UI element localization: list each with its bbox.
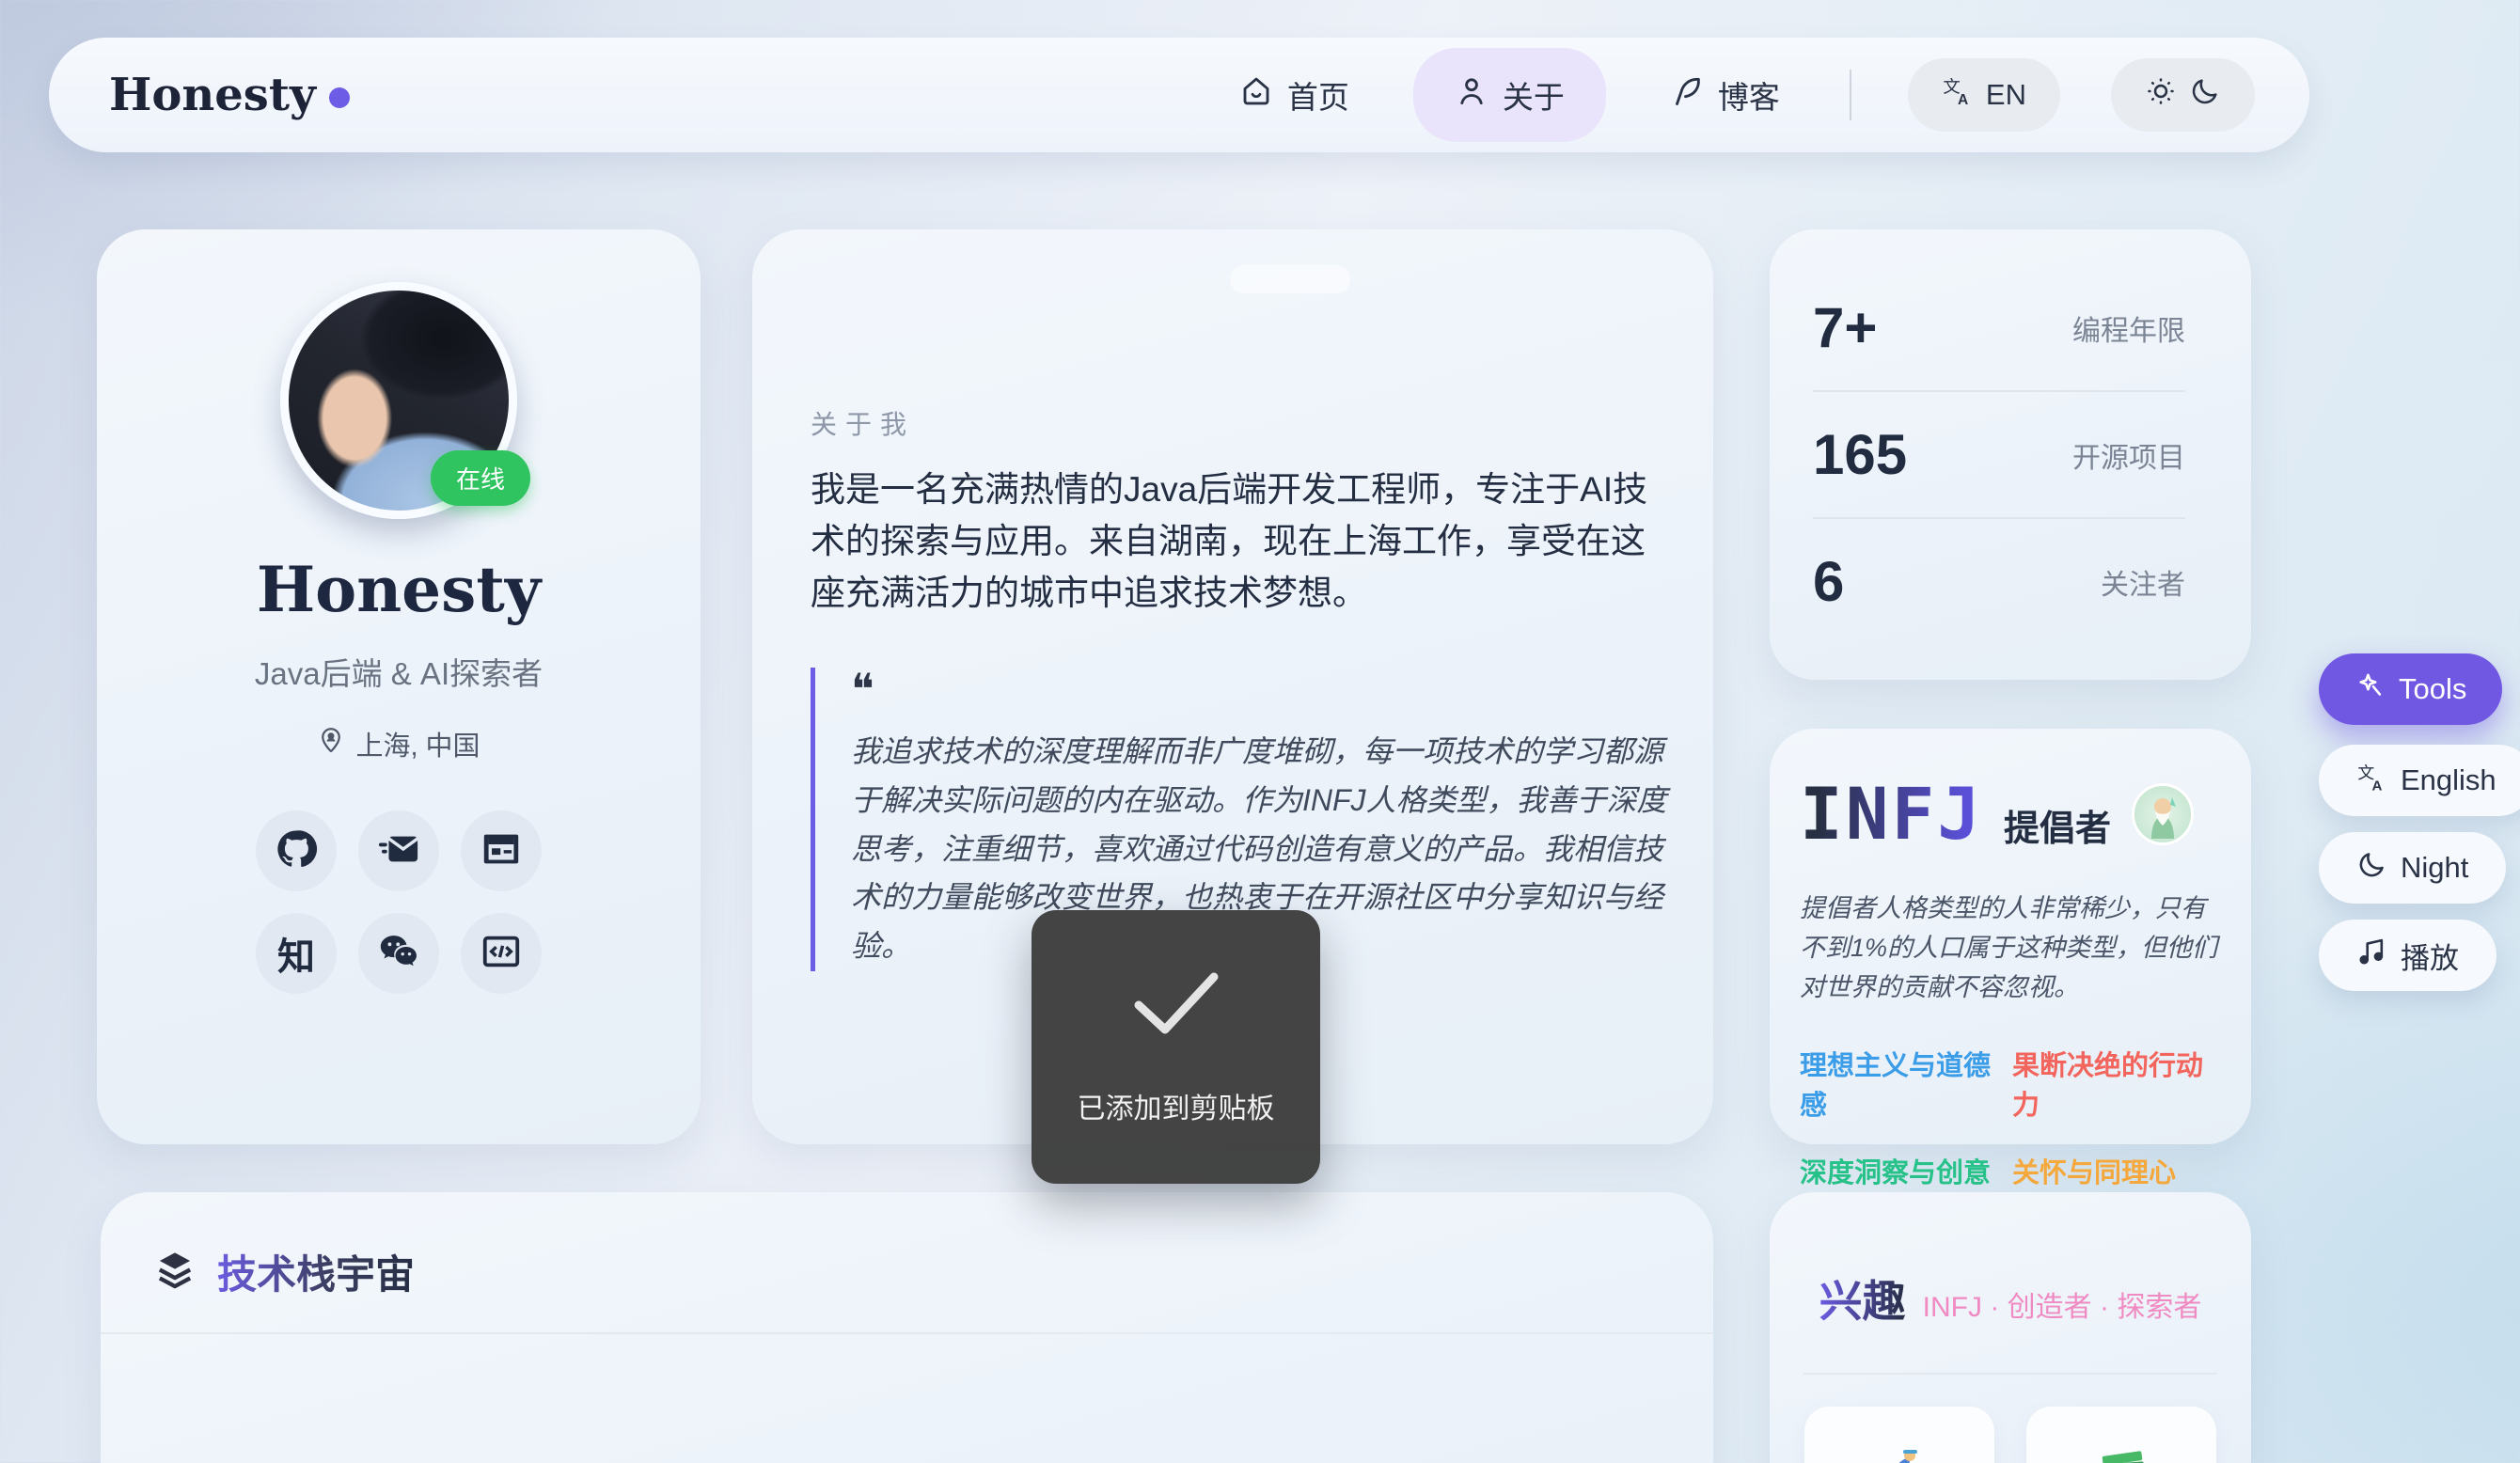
svg-text:A: A bbox=[2372, 778, 2383, 793]
stat-row-followers: 6 关注者 bbox=[1813, 519, 2185, 644]
code-icon bbox=[480, 930, 523, 978]
nav-item-home[interactable]: 首页 bbox=[1226, 48, 1362, 142]
tech-stack-card: 技术栈宇宙 Spring Security MyBatis Hexo Postg… bbox=[101, 1192, 1713, 1463]
trait-label: 深度洞察与创意 bbox=[1800, 1151, 2012, 1190]
check-icon bbox=[1127, 967, 1225, 1044]
language-switch-button[interactable]: 文A English bbox=[2319, 745, 2520, 816]
nav-item-blog[interactable]: 博客 bbox=[1657, 48, 1793, 142]
stat-label: 编程年限 bbox=[2072, 307, 2185, 349]
stat-label: 关注者 bbox=[2101, 561, 2185, 603]
home-icon bbox=[1239, 74, 1273, 116]
books-icon bbox=[2086, 1440, 2157, 1463]
blog-link[interactable] bbox=[461, 810, 542, 891]
email-link[interactable] bbox=[358, 810, 439, 891]
translate-icon: 文A bbox=[1942, 75, 1974, 115]
social-links: 知 bbox=[97, 810, 701, 994]
feather-icon bbox=[1670, 74, 1704, 116]
interests-card: 兴趣 INFJ · 创造者 · 探索者 bbox=[1770, 1192, 2251, 1463]
night-mode-label: Night bbox=[2401, 851, 2468, 885]
tech-stack-title: 技术栈宇宙 bbox=[217, 1243, 415, 1300]
mail-send-icon bbox=[377, 827, 420, 875]
status-badge: 在线 bbox=[431, 450, 530, 506]
interest-tile-reading[interactable] bbox=[2026, 1407, 2216, 1463]
profile-title: Java后端 & AI探索者 bbox=[97, 649, 701, 694]
cyclist-icon bbox=[1864, 1440, 1935, 1463]
about-paragraph: 我是一名充满热情的Java后端开发工程师，专注于AI技术的探索与应用。来自湖南，… bbox=[811, 464, 1668, 619]
stat-row-years: 7+ 编程年限 bbox=[1813, 265, 2185, 390]
github-link[interactable] bbox=[256, 810, 337, 891]
trait-label: 果断决绝的行动力 bbox=[2012, 1044, 2217, 1123]
stat-value: 165 bbox=[1813, 422, 1907, 487]
zhihu-icon: 知 bbox=[277, 926, 315, 981]
location-text: 上海, 中国 bbox=[355, 724, 480, 763]
interests-title: 兴趣 bbox=[1819, 1267, 1906, 1329]
moon-icon bbox=[2189, 75, 2221, 115]
night-mode-button[interactable]: Night bbox=[2319, 832, 2506, 904]
nav-item-label: 关于 bbox=[1503, 72, 1565, 118]
interests-header: 兴趣 INFJ · 创造者 · 探索者 bbox=[1770, 1267, 2251, 1329]
quote-mark-icon: ❝ bbox=[851, 668, 1668, 711]
personality-role: 提倡者 bbox=[2004, 799, 2111, 851]
stat-row-projects: 165 开源项目 bbox=[1813, 392, 2185, 517]
svg-text:A: A bbox=[1958, 92, 1968, 107]
moon-icon bbox=[2356, 849, 2387, 888]
profile-card: 在线 Honesty Java后端 & AI探索者 上海, 中国 知 bbox=[97, 229, 701, 1144]
github-icon bbox=[275, 827, 318, 875]
clipboard-toast: 已添加到剪贴板 bbox=[1032, 910, 1320, 1184]
profile-location: 上海, 中国 bbox=[97, 724, 701, 763]
interests-subtitle: INFJ · 创造者 · 探索者 bbox=[1923, 1283, 2202, 1325]
stat-value: 7+ bbox=[1813, 295, 1877, 360]
stat-label: 开源项目 bbox=[2072, 434, 2185, 476]
nav-item-label: 首页 bbox=[1287, 72, 1349, 118]
layers-icon bbox=[153, 1248, 197, 1296]
personality-card: INFJ 提倡者 提倡者人格类型的人非常稀少，只有不到1%的人口属于这种类型，但… bbox=[1770, 729, 2251, 1144]
trait-label: 理想主义与道德感 bbox=[1800, 1044, 2012, 1123]
about-heading: 关于我 bbox=[811, 404, 915, 442]
language-label: EN bbox=[1986, 78, 2026, 112]
personality-description: 提倡者人格类型的人非常稀少，只有不到1%的人口属于这种类型，但他们对世界的贡献不… bbox=[1800, 889, 2225, 1008]
translate-icon: 文A bbox=[2356, 762, 2387, 800]
trait-label: 关怀与同理心 bbox=[2012, 1151, 2217, 1190]
nav-item-about[interactable]: 关于 bbox=[1413, 48, 1606, 142]
navbar: Honesty 首页 关于 博客 文A EN bbox=[49, 38, 2309, 152]
tech-stack-header: 技术栈宇宙 bbox=[101, 1192, 1713, 1300]
interest-tile-cycling[interactable] bbox=[1804, 1407, 1994, 1463]
tools-button[interactable]: Tools bbox=[2319, 653, 2502, 725]
user-icon bbox=[1455, 74, 1488, 116]
nav-item-label: 博客 bbox=[1718, 72, 1780, 118]
zhihu-link[interactable]: 知 bbox=[256, 913, 337, 994]
stat-value: 6 bbox=[1813, 549, 1844, 614]
interest-tiles bbox=[1770, 1407, 2251, 1463]
newspaper-icon bbox=[480, 827, 523, 875]
nav-menu: 首页 关于 博客 文A EN bbox=[1226, 48, 2255, 142]
personality-type: INFJ bbox=[1800, 772, 1983, 856]
stats-card: 7+ 编程年限 165 开源项目 6 关注者 bbox=[1770, 229, 2251, 680]
sun-icon bbox=[2145, 75, 2177, 115]
tech-word-cloud: Spring Security MyBatis Hexo Postgresql … bbox=[101, 1334, 1713, 1463]
code-link[interactable] bbox=[461, 913, 542, 994]
logo-text: Honesty bbox=[109, 69, 316, 121]
location-pin-icon bbox=[317, 726, 345, 762]
play-music-button[interactable]: 播放 bbox=[2319, 920, 2496, 991]
nav-divider bbox=[1850, 70, 1851, 120]
play-music-label: 播放 bbox=[2401, 935, 2459, 977]
profile-name: Honesty bbox=[97, 553, 701, 626]
card-highlight bbox=[1230, 265, 1350, 293]
music-icon bbox=[2356, 936, 2387, 975]
toast-message: 已添加到剪贴板 bbox=[1078, 1085, 1275, 1126]
personality-header: INFJ 提倡者 bbox=[1800, 772, 2217, 856]
language-switch-label: English bbox=[2401, 763, 2496, 797]
advocate-mascot-icon bbox=[2132, 783, 2194, 845]
wechat-icon bbox=[377, 930, 420, 978]
logo[interactable]: Honesty bbox=[109, 69, 350, 121]
wechat-link[interactable] bbox=[358, 913, 439, 994]
divider bbox=[1803, 1373, 2217, 1375]
logo-dot-icon bbox=[329, 87, 350, 108]
wand-icon bbox=[2355, 670, 2386, 709]
language-toggle[interactable]: 文A EN bbox=[1908, 58, 2060, 132]
personality-traits: 理想主义与道德感 果断决绝的行动力 深度洞察与创意 关怀与同理心 bbox=[1800, 1044, 2217, 1190]
theme-toggle[interactable] bbox=[2111, 58, 2255, 132]
tools-label: Tools bbox=[2399, 672, 2466, 706]
